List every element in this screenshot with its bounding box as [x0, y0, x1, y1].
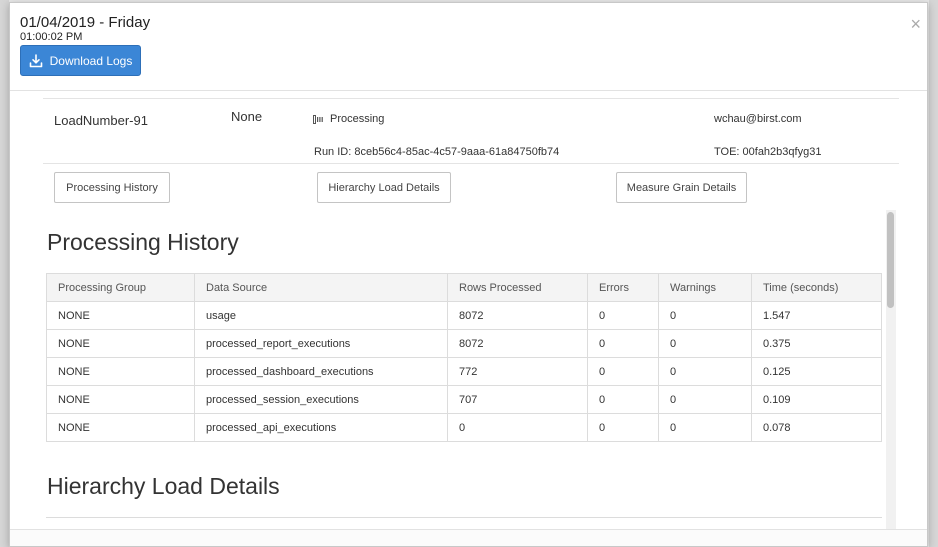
table-row: NONE processed_api_executions 0 0 0 0.07…	[46, 413, 882, 442]
table-cell: processed_session_executions	[194, 385, 448, 414]
processing-history-button[interactable]: Processing History	[54, 172, 170, 203]
time-label: 01:00:02 PM	[20, 31, 83, 43]
table-cell: 772	[447, 357, 588, 386]
table-row: NONE processed_dashboard_executions 772 …	[46, 357, 882, 386]
processing-history-table: Processing Group Data Source Rows Proces…	[46, 273, 882, 442]
table-header-row: Processing Group Data Source Rows Proces…	[46, 273, 882, 302]
column-header: Time (seconds)	[751, 273, 882, 302]
modal-header: 01/04/2019 - Friday 01:00:02 PM Download…	[10, 3, 927, 91]
load-status: Processing	[313, 113, 384, 125]
hierarchy-table-top-border	[46, 517, 882, 518]
table-cell: usage	[194, 301, 448, 330]
hierarchy-load-details-button[interactable]: Hierarchy Load Details	[317, 172, 451, 203]
close-icon[interactable]: ×	[910, 15, 921, 33]
processing-icon	[313, 114, 323, 124]
table-cell: 0	[658, 329, 752, 358]
table-cell: 0	[587, 301, 659, 330]
load-summary: LoadNumber-91 None Processing Run ID: 8c…	[43, 98, 899, 164]
processing-history-title: Processing History	[47, 229, 239, 255]
table-cell: 0	[447, 413, 588, 442]
table-row: NONE usage 8072 0 0 1.547	[46, 301, 882, 330]
table-cell: 0	[587, 329, 659, 358]
table-row: NONE processed_report_executions 8072 0 …	[46, 329, 882, 358]
column-header: Errors	[587, 273, 659, 302]
table-cell: 0.125	[751, 357, 882, 386]
modal-body: LoadNumber-91 None Processing Run ID: 8c…	[10, 92, 927, 529]
load-name: LoadNumber-91	[54, 113, 148, 128]
load-group: None	[231, 109, 263, 124]
column-header: Warnings	[658, 273, 752, 302]
table-cell: 0	[587, 357, 659, 386]
table-cell: 0	[587, 385, 659, 414]
table-cell: 0	[658, 357, 752, 386]
scrollbar-thumb[interactable]	[887, 212, 894, 308]
table-cell: 0	[587, 413, 659, 442]
hierarchy-load-details-title: Hierarchy Load Details	[47, 473, 280, 499]
run-id: Run ID: 8ceb56c4-85ac-4c57-9aaa-61a84750…	[314, 146, 560, 158]
user-email: wchau@birst.com	[714, 113, 802, 125]
measure-grain-details-button[interactable]: Measure Grain Details	[616, 172, 747, 203]
table-cell: 0	[658, 413, 752, 442]
modal-footer	[10, 529, 927, 546]
table-cell: 0	[658, 385, 752, 414]
table-cell: 0.109	[751, 385, 882, 414]
download-icon	[29, 53, 42, 67]
table-cell: NONE	[46, 329, 195, 358]
date-title: 01/04/2019 - Friday	[20, 14, 151, 31]
status-label: Processing	[330, 113, 385, 125]
column-header: Data Source	[194, 273, 448, 302]
download-logs-label: Download Logs	[49, 53, 133, 68]
table-cell: processed_report_executions	[194, 329, 448, 358]
table-cell: processed_api_executions	[194, 413, 448, 442]
table-cell: 707	[447, 385, 588, 414]
table-cell: 8072	[447, 301, 588, 330]
background-page-right-edge	[929, 0, 938, 547]
column-header: Rows Processed	[447, 273, 588, 302]
table-cell: 8072	[447, 329, 588, 358]
toe-id: TOE: 00fah2b3qfyg31	[714, 146, 822, 158]
download-logs-button[interactable]: Download Logs	[20, 45, 141, 76]
table-row: NONE processed_session_executions 707 0 …	[46, 385, 882, 414]
log-details-modal: 01/04/2019 - Friday 01:00:02 PM Download…	[9, 2, 928, 547]
table-cell: NONE	[46, 413, 195, 442]
table-cell: 0	[658, 301, 752, 330]
table-cell: NONE	[46, 357, 195, 386]
background-page-left-edge	[0, 0, 9, 547]
column-header: Processing Group	[46, 273, 195, 302]
table-cell: 1.547	[751, 301, 882, 330]
table-cell: 0.078	[751, 413, 882, 442]
table-cell: 0.375	[751, 329, 882, 358]
table-cell: NONE	[46, 301, 195, 330]
table-cell: processed_dashboard_executions	[194, 357, 448, 386]
table-cell: NONE	[46, 385, 195, 414]
